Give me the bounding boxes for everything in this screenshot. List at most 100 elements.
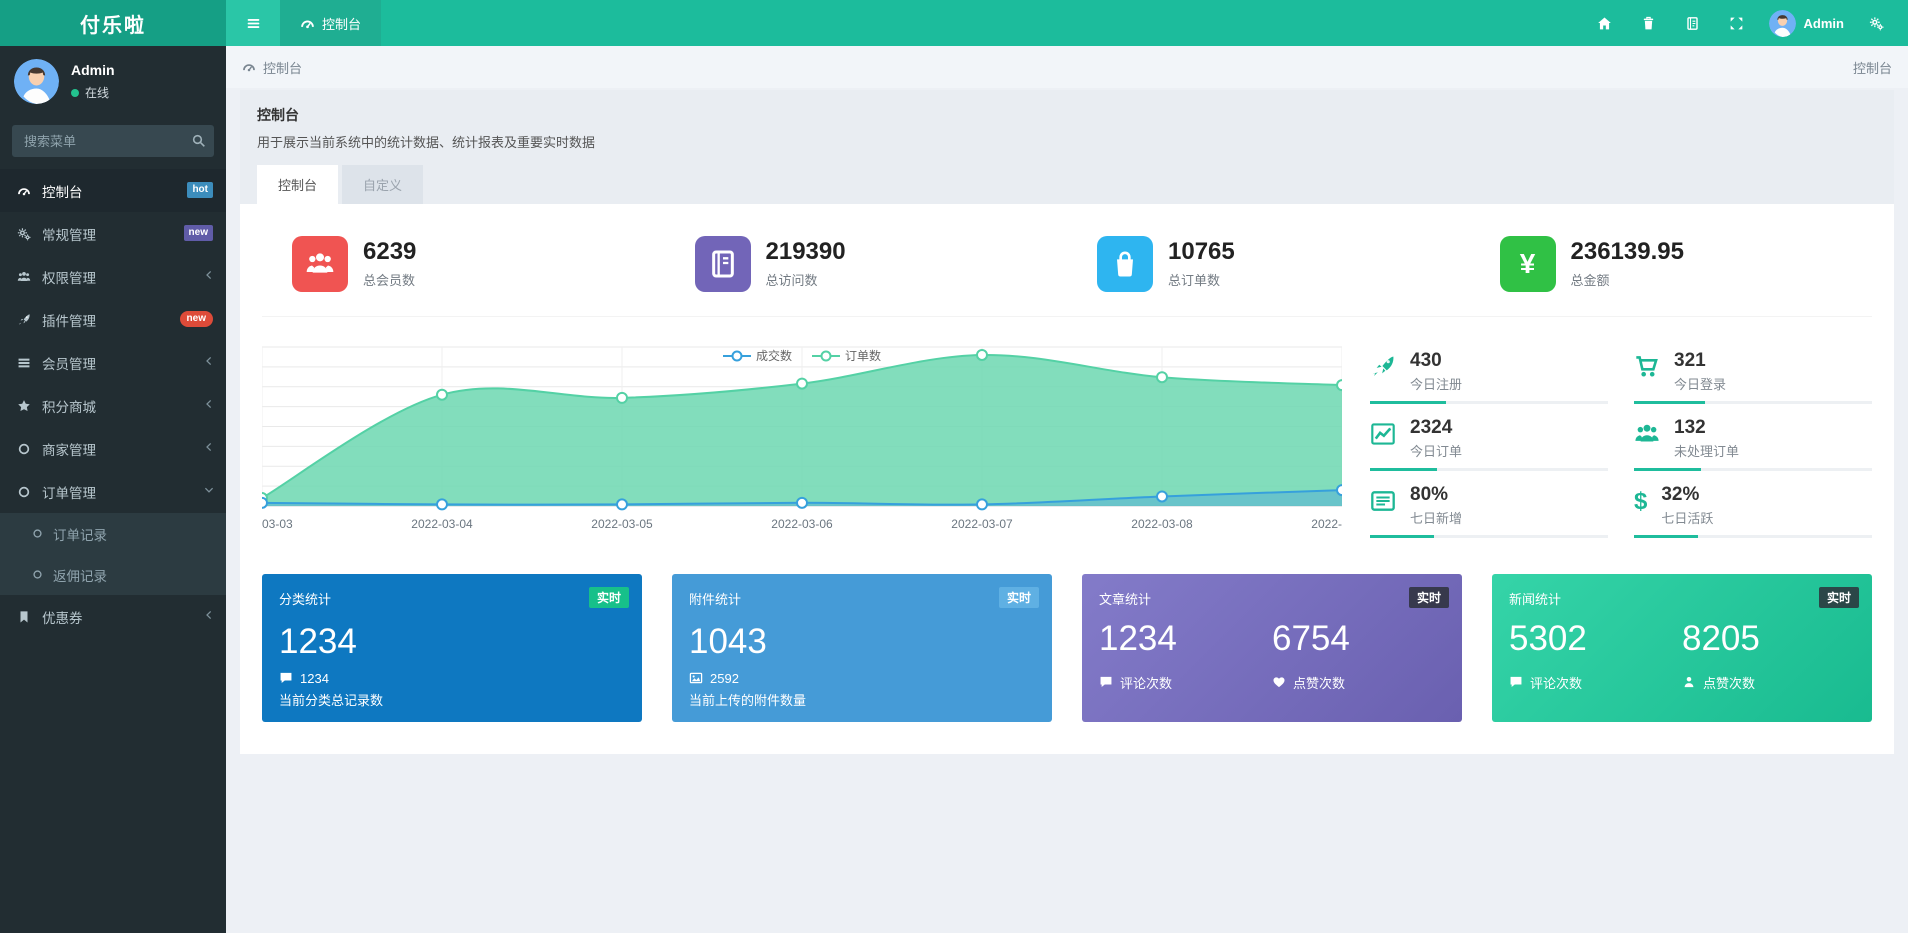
cart-icon — [1634, 354, 1660, 383]
chevron-left-icon — [203, 441, 215, 456]
stat-total-amount: ¥ 236139.95总金额 — [1470, 232, 1873, 317]
breadcrumb-current: 控制台 — [1853, 58, 1892, 77]
comment-icon — [1509, 675, 1523, 689]
sidebar-menu-tail: 优惠券 — [0, 595, 226, 638]
sidebar-item-orders[interactable]: 订单管理 — [0, 470, 226, 513]
attachment-stats-card: 附件统计 实时 1043 2592 当前上传的附件数量 — [672, 574, 1052, 722]
fullscreen-button[interactable] — [1715, 0, 1759, 46]
settings-button[interactable] — [1854, 0, 1898, 46]
navbar-spacer — [381, 0, 1583, 46]
gauge-icon — [300, 16, 315, 31]
comment-icon — [279, 671, 293, 685]
list-card-icon — [1370, 488, 1396, 517]
avatar — [1769, 10, 1796, 37]
legend-marker-icon — [812, 350, 840, 362]
legend-marker-icon — [723, 350, 751, 362]
tab-custom[interactable]: 自定义 — [342, 165, 423, 204]
quick-stat-week-new: 80%七日新增 — [1370, 477, 1608, 544]
new-badge: new — [184, 225, 213, 241]
x-axis-tick-label: 2022-03-08 — [1131, 517, 1192, 531]
navbar-tab-dashboard[interactable]: 控制台 — [280, 0, 381, 46]
search-input[interactable] — [12, 125, 214, 157]
realtime-badge: 实时 — [589, 587, 629, 608]
sidebar-item-members[interactable]: 会员管理 — [0, 341, 226, 384]
x-axis-tick-label: 2022-03-07 — [951, 517, 1012, 531]
chevron-left-icon — [203, 355, 215, 370]
book-icon — [695, 236, 751, 292]
chevron-left-icon — [203, 269, 215, 284]
top-navbar: 付乐啦 控制台 Admin — [0, 0, 1908, 46]
user-name: Admin — [1804, 16, 1844, 31]
heart-icon — [1272, 675, 1286, 689]
circle-icon — [32, 528, 43, 539]
circle-icon — [32, 569, 43, 580]
stat-total-orders: 10765总订单数 — [1067, 232, 1470, 317]
sidebar-user-panel: Admin 在线 — [0, 46, 226, 117]
breadcrumb-dashboard-link[interactable]: 控制台 — [242, 58, 302, 77]
panel-tabs: 控制台 自定义 — [257, 165, 1877, 204]
sidebar-item-addon[interactable]: 插件管理 new — [0, 298, 226, 341]
app-logo[interactable]: 付乐啦 — [0, 0, 226, 46]
bookmark-icon — [17, 610, 31, 624]
sidebar-item-rebate-records[interactable]: 返佣记录 — [0, 554, 226, 595]
orders-chart: 成交数 订单数 2022-03-03 2022-03-04 2022-03-05 202… — [262, 343, 1342, 544]
home-button[interactable] — [1583, 0, 1627, 46]
online-dot — [71, 89, 79, 97]
image-icon — [689, 671, 703, 685]
sidebar-item-auth[interactable]: 权限管理 — [0, 255, 226, 298]
tab-dashboard[interactable]: 控制台 — [257, 165, 338, 204]
sidebar-item-points-mall[interactable]: 积分商城 — [0, 384, 226, 427]
quick-stat-today-orders: 2324今日订单 — [1370, 410, 1608, 477]
users-icon — [17, 270, 31, 284]
summary-cards-row: 分类统计 实时 1234 1234 当前分类总记录数 附件统计 实时 1043 … — [262, 574, 1872, 722]
trash-icon — [1641, 16, 1656, 31]
avatar — [14, 59, 59, 104]
gauge-icon — [242, 60, 256, 74]
sidebar-menu: 控制台 hot 常规管理 new 权限管理 插件管理 new 会员管理 积分商城 — [0, 169, 226, 513]
search-icon — [191, 133, 206, 148]
chart-legend-item[interactable]: 成交数 — [723, 347, 792, 364]
sidebar-toggle-button[interactable] — [226, 0, 280, 46]
rocket-icon — [1370, 354, 1396, 383]
person-icon — [1682, 675, 1696, 689]
x-axis-tick-label: 2022-03-04 — [411, 517, 472, 531]
sidebar-item-coupons[interactable]: 优惠券 — [0, 595, 226, 638]
category-stats-card: 分类统计 实时 1234 1234 当前分类总记录数 — [262, 574, 642, 722]
x-axis-tick-label: 2022-03-09 — [1311, 517, 1342, 531]
chart-legend: 成交数 订单数 — [723, 347, 881, 364]
breadcrumb: 控制台 控制台 — [226, 46, 1908, 88]
stat-total-visits: 219390总访问数 — [665, 232, 1068, 317]
clear-cache-button[interactable] — [1627, 0, 1671, 46]
x-axis-tick-label: 2022-03-05 — [591, 517, 652, 531]
progress-bar — [1370, 401, 1608, 404]
home-icon — [1597, 16, 1612, 31]
sidebar-item-dashboard[interactable]: 控制台 hot — [0, 169, 226, 212]
sidebar-item-order-records[interactable]: 订单记录 — [0, 513, 226, 554]
chevron-down-icon — [203, 484, 215, 499]
modules-button[interactable] — [1671, 0, 1715, 46]
new-badge: new — [180, 311, 213, 327]
quick-stats-grid: 430今日注册 321今日登录 2324今日订单 — [1370, 343, 1872, 544]
sidebar-item-merchants[interactable]: 商家管理 — [0, 427, 226, 470]
table-icon — [17, 356, 31, 370]
realtime-badge: 实时 — [1409, 587, 1449, 608]
progress-bar — [1370, 535, 1608, 538]
article-stats-card: 文章统计 实时 1234 评论次数 6754 点赞次数 — [1082, 574, 1462, 722]
hot-badge: hot — [187, 182, 213, 198]
search-button[interactable] — [191, 133, 206, 151]
navbar-tab-label: 控制台 — [322, 14, 361, 33]
quick-stat-week-active: $ 32%七日活跃 — [1634, 477, 1872, 544]
dollar-icon: $ — [1634, 488, 1647, 516]
chevron-left-icon — [203, 609, 215, 624]
x-axis-tick-label: 2022-03-03 — [262, 517, 293, 531]
gauge-icon — [17, 184, 31, 198]
sidebar: Admin 在线 控制台 hot 常规管理 new 权限管理 插件管理 new — [0, 46, 226, 933]
fullscreen-icon — [1729, 16, 1744, 31]
quick-stat-pending-orders: 132未处理订单 — [1634, 410, 1872, 477]
user-menu[interactable]: Admin — [1759, 0, 1854, 46]
sidebar-item-general[interactable]: 常规管理 new — [0, 212, 226, 255]
comment-icon — [1099, 675, 1113, 689]
chart-section: 成交数 订单数 2022-03-03 2022-03-04 2022-03-05 202… — [262, 343, 1872, 544]
chart-legend-item[interactable]: 订单数 — [812, 347, 881, 364]
progress-bar — [1634, 468, 1872, 471]
